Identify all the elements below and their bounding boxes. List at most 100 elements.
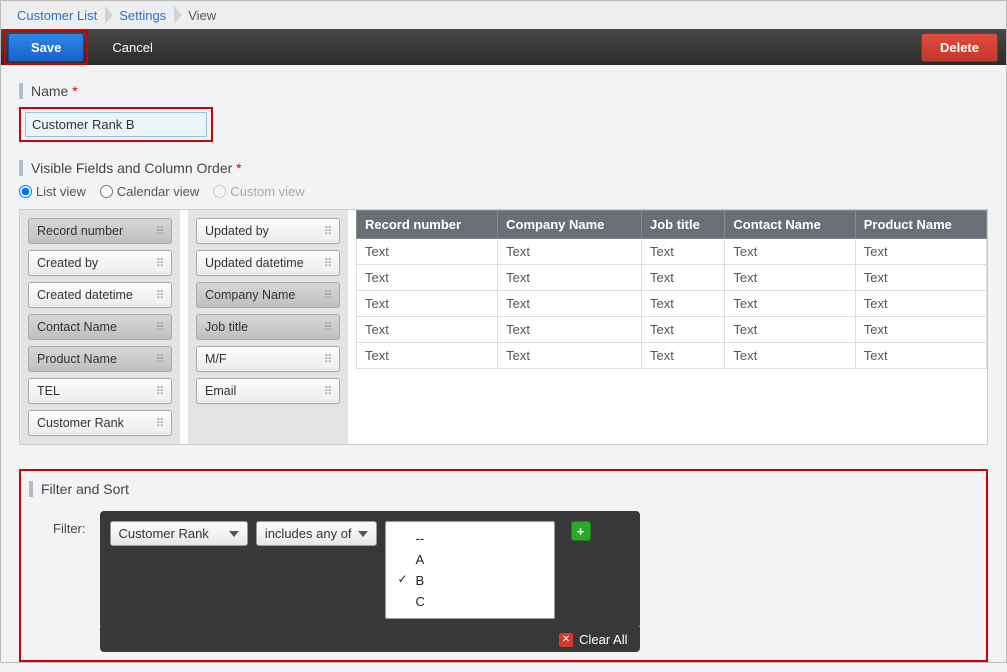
filter-value-option[interactable]: -- xyxy=(396,528,544,549)
field-pill-label: Product Name xyxy=(37,352,117,366)
table-cell: Text xyxy=(357,265,498,291)
field-pill[interactable]: Product Name ⠿ xyxy=(28,346,172,372)
table-cell: Text xyxy=(855,265,986,291)
field-pill-label: Company Name xyxy=(205,288,295,302)
breadcrumb: Customer ListSettingsView xyxy=(1,1,1006,29)
table-cell: Text xyxy=(725,291,855,317)
calendar-view-radio-input[interactable] xyxy=(100,185,113,198)
field-pill-label: Customer Rank xyxy=(37,416,124,430)
save-button[interactable]: Save xyxy=(8,33,84,62)
table-header: Product Name xyxy=(855,211,986,239)
delete-button[interactable]: Delete xyxy=(921,33,998,62)
grip-icon: ⠿ xyxy=(156,257,163,270)
field-pill[interactable]: Created datetime ⠿ xyxy=(28,282,172,308)
filter-label: Filter: xyxy=(53,511,86,536)
field-pill[interactable]: Updated by ⠿ xyxy=(196,218,340,244)
breadcrumb-item: View xyxy=(180,6,230,25)
custom-view-radio: Custom view xyxy=(213,184,304,199)
visible-fields-label: Visible Fields and Column Order * xyxy=(19,160,988,176)
grip-icon: ⠿ xyxy=(156,353,163,366)
table-cell: Text xyxy=(498,343,642,369)
close-icon: ✕ xyxy=(559,633,573,647)
table-cell: Text xyxy=(641,317,724,343)
field-palette-left: Record number⠿Created by⠿Created datetim… xyxy=(20,210,180,444)
table-cell: Text xyxy=(498,265,642,291)
table-row: TextTextTextTextText xyxy=(357,343,987,369)
field-pill-label: TEL xyxy=(37,384,60,398)
field-pill-label: Contact Name xyxy=(37,320,117,334)
table-cell: Text xyxy=(855,317,986,343)
grip-icon: ⠿ xyxy=(156,289,163,302)
table-header: Job title xyxy=(641,211,724,239)
table-header: Contact Name xyxy=(725,211,855,239)
grip-icon: ⠿ xyxy=(324,289,331,302)
filter-value-option[interactable]: A xyxy=(396,549,544,570)
table-cell: Text xyxy=(498,291,642,317)
name-input[interactable] xyxy=(25,112,207,137)
filter-sort-section: Filter and Sort Filter: Customer Rank in… xyxy=(19,469,988,662)
table-cell: Text xyxy=(357,317,498,343)
custom-view-radio-input xyxy=(213,185,226,198)
field-pill-label: Record number xyxy=(37,224,123,238)
field-pill[interactable]: M/F⠿ xyxy=(196,346,340,372)
table-header: Record number xyxy=(357,211,498,239)
table-cell: Text xyxy=(855,291,986,317)
field-pill[interactable]: Created by⠿ xyxy=(28,250,172,276)
field-pill[interactable]: TEL ⠿ xyxy=(28,378,172,404)
filter-value-option[interactable]: B xyxy=(396,570,544,591)
table-cell: Text xyxy=(855,239,986,265)
field-pill[interactable]: Record number ⠿ xyxy=(28,218,172,244)
table-row: TextTextTextTextText xyxy=(357,291,987,317)
action-bar: Save Cancel Delete xyxy=(1,29,1006,65)
field-pill[interactable]: Company Name ⠿ xyxy=(196,282,340,308)
field-pill-label: Updated by xyxy=(205,224,269,238)
field-pill[interactable]: Contact Name⠿ xyxy=(28,314,172,340)
grip-icon: ⠿ xyxy=(324,257,331,270)
filter-value-option[interactable]: C xyxy=(396,591,544,612)
list-view-radio[interactable]: List view xyxy=(19,184,86,199)
calendar-view-radio[interactable]: Calendar view xyxy=(100,184,199,199)
required-asterisk: * xyxy=(72,83,77,99)
table-cell: Text xyxy=(725,317,855,343)
grip-icon: ⠿ xyxy=(156,225,163,238)
grip-icon: ⠿ xyxy=(324,385,331,398)
clear-all-button[interactable]: Clear All xyxy=(579,632,627,647)
filter-sort-title: Filter and Sort xyxy=(29,481,978,497)
table-cell: Text xyxy=(641,265,724,291)
breadcrumb-item[interactable]: Settings xyxy=(111,6,180,25)
field-pill[interactable]: Updated datetime ⠿ xyxy=(196,250,340,276)
breadcrumb-item[interactable]: Customer List xyxy=(9,6,111,25)
filter-condition-select[interactable]: includes any of xyxy=(256,521,377,546)
field-pill-label: Created datetime xyxy=(37,288,133,302)
filter-panel: Customer Rank includes any of --ABC + xyxy=(100,511,640,629)
field-pill-label: Updated datetime xyxy=(205,256,304,270)
grip-icon: ⠿ xyxy=(156,385,163,398)
table-row: TextTextTextTextText xyxy=(357,239,987,265)
field-palette-right: Updated by⠿Updated datetime⠿Company Name… xyxy=(188,210,348,444)
grip-icon: ⠿ xyxy=(156,417,163,430)
caret-down-icon xyxy=(229,531,239,537)
view-type-radios: List view Calendar view Custom view xyxy=(19,184,988,199)
list-view-radio-input[interactable] xyxy=(19,185,32,198)
table-cell: Text xyxy=(641,239,724,265)
table-cell: Text xyxy=(855,343,986,369)
field-pill[interactable]: Job title⠿ xyxy=(196,314,340,340)
filter-value-list[interactable]: --ABC xyxy=(385,521,555,619)
table-cell: Text xyxy=(498,239,642,265)
table-cell: Text xyxy=(725,265,855,291)
field-pill[interactable]: Customer Rank ⠿ xyxy=(28,410,172,436)
table-cell: Text xyxy=(641,343,724,369)
table-cell: Text xyxy=(357,343,498,369)
caret-down-icon xyxy=(358,531,368,537)
table-cell: Text xyxy=(725,343,855,369)
filter-field-select[interactable]: Customer Rank xyxy=(110,521,248,546)
add-filter-button[interactable]: + xyxy=(571,521,591,541)
grip-icon: ⠿ xyxy=(324,225,331,238)
field-pill-label: Job title xyxy=(205,320,248,334)
grip-icon: ⠿ xyxy=(324,353,331,366)
name-label: Name * xyxy=(19,83,988,99)
field-pill[interactable]: Email⠿ xyxy=(196,378,340,404)
required-asterisk: * xyxy=(236,160,241,176)
preview-table: Record numberCompany NameJob titleContac… xyxy=(356,210,987,444)
cancel-button[interactable]: Cancel xyxy=(112,40,152,55)
